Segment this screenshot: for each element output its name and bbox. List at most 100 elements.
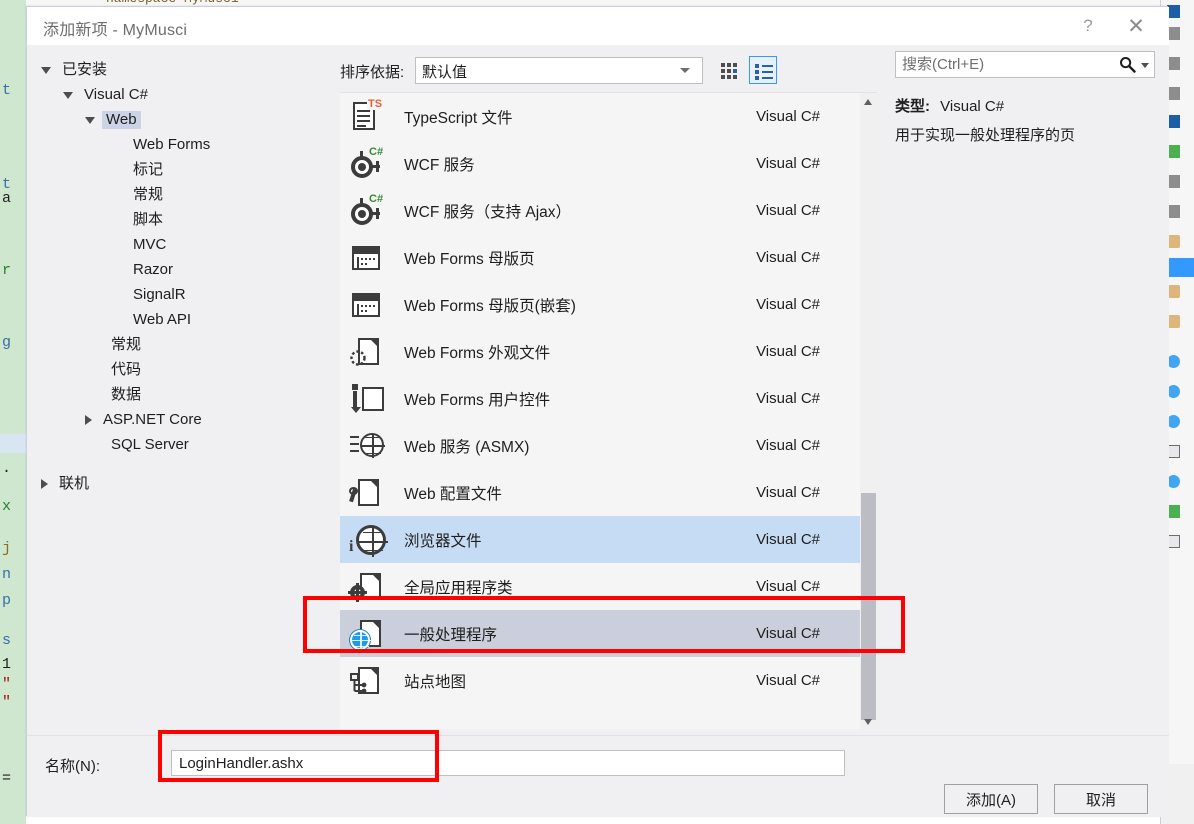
expander-collapse-icon[interactable]: [85, 117, 95, 124]
template-list-item[interactable]: 一般处理程序 Visual C#: [340, 610, 877, 657]
tree-node-label: 脚本: [133, 210, 164, 228]
template-item-name: 全局应用程序类: [404, 579, 513, 597]
template-list-item[interactable]: C# WCF 服务 Visual C#: [340, 140, 877, 187]
list-view-button[interactable]: [749, 56, 777, 84]
tree-node-asp-net-core[interactable]: ASP.NET Core: [27, 407, 315, 432]
search-input[interactable]: [896, 52, 1121, 77]
template-item-language: Visual C#: [756, 202, 820, 219]
tree-node-label: Razor: [133, 260, 174, 278]
tree-node-web-api[interactable]: Web API: [27, 307, 315, 332]
dialog-body: 已安装 Visual C# Web Web Forms 标记 常规 脚本 MVC Razor Si…: [27, 45, 1169, 735]
template-list-item[interactable]: Web Forms 用户控件 Visual C#: [340, 375, 877, 422]
name-input[interactable]: [171, 750, 845, 776]
tree-node-signalr[interactable]: SignalR: [27, 282, 315, 307]
template-info-pane: 类型: Visual C# 用于实现一般处理程序的页: [877, 45, 1169, 735]
template-list-item[interactable]: Web 配置文件 Visual C#: [340, 469, 877, 516]
template-list-item[interactable]: Web Forms 母版页(嵌套) Visual C#: [340, 281, 877, 328]
web-forms-skin-file-icon: [349, 335, 387, 369]
tree-node-[interactable]: 数据: [27, 382, 315, 407]
wcf-service-icon: C#: [349, 146, 387, 181]
expander-collapse-icon[interactable]: [41, 67, 51, 74]
background-editor-left-strip: t t a r g . x j n p s 1 " " =: [0, 0, 26, 824]
tree-node-[interactable]: 已安装: [27, 57, 315, 82]
web-config-file-icon: [349, 476, 387, 510]
close-button[interactable]: ✕: [1119, 13, 1153, 39]
template-item-language: Visual C#: [756, 296, 820, 313]
template-list-item[interactable]: 全局应用程序类 Visual C#: [340, 563, 877, 610]
template-list-item[interactable]: Web Forms 外观文件 Visual C#: [340, 328, 877, 375]
background-glyph: .: [2, 460, 12, 477]
template-list-item[interactable]: Web 服务 (ASMX) Visual C#: [340, 422, 877, 469]
tree-node-web-forms[interactable]: Web Forms: [27, 132, 315, 157]
sort-toolbar: 排序依据: 默认值: [315, 51, 877, 89]
template-item-name: Web 配置文件: [404, 485, 502, 503]
scroll-down-button[interactable]: [860, 713, 877, 729]
background-glyph: =: [2, 770, 12, 787]
expander-expand-icon[interactable]: [85, 414, 92, 425]
background-glyph: x: [2, 498, 12, 515]
template-item-language: Visual C#: [756, 578, 820, 595]
tree-node-[interactable]: 常规: [27, 182, 315, 207]
expander-collapse-icon[interactable]: [63, 92, 73, 99]
template-list-item[interactable]: C# WCF 服务（支持 Ajax） Visual C#: [340, 187, 877, 234]
dialog-title-bar: 添加新项 - MyMusci ? ✕: [27, 7, 1169, 45]
cancel-button[interactable]: 取消: [1054, 784, 1148, 814]
background-glyph: ": [2, 676, 12, 693]
background-glyph: t: [2, 82, 12, 99]
tree-node-label: SQL Server: [111, 435, 189, 453]
template-item-language: Visual C#: [756, 437, 820, 454]
template-list-scrollbar[interactable]: [860, 93, 877, 729]
dialog-footer: 名称(N): 添加(A) 取消: [27, 735, 1169, 817]
typescript-file-icon: TS: [349, 98, 387, 134]
search-box[interactable]: [895, 51, 1155, 78]
browser-file-icon: i: [349, 523, 388, 557]
background-glyph: g: [2, 334, 12, 351]
scrollbar-thumb[interactable]: [861, 493, 876, 720]
template-item-name: 站点地图: [404, 673, 467, 691]
tree-node-label: 数据: [111, 385, 142, 403]
tree-node-label: 标记: [133, 160, 164, 178]
tree-node-[interactable]: 标记: [27, 157, 315, 182]
search-icon[interactable]: [1119, 56, 1136, 73]
template-item-name: TypeScript 文件: [404, 109, 513, 127]
tree-node-[interactable]: 脚本: [27, 207, 315, 232]
tree-node-label: Web API: [133, 310, 192, 328]
grid-view-button[interactable]: [715, 56, 743, 84]
template-item-name: WCF 服务: [404, 156, 475, 174]
tree-node-razor[interactable]: Razor: [27, 257, 315, 282]
background-glyph: p: [2, 592, 12, 609]
template-list-item[interactable]: TS TypeScript 文件 Visual C#: [340, 93, 877, 140]
tree-node-[interactable]: 联机: [27, 471, 315, 496]
category-tree[interactable]: 已安装 Visual C# Web Web Forms 标记 常规 脚本 MVC Razor Si…: [27, 45, 315, 735]
tree-node-mvc[interactable]: MVC: [27, 232, 315, 257]
site-map-icon: [349, 664, 387, 698]
template-item-name: Web Forms 母版页(嵌套): [404, 297, 576, 315]
sort-by-dropdown[interactable]: 默认值: [415, 57, 703, 84]
help-button[interactable]: ?: [1073, 13, 1103, 39]
template-item-language: Visual C#: [756, 484, 820, 501]
template-list-item[interactable]: Web Forms 母版页 Visual C#: [340, 234, 877, 281]
tree-node-[interactable]: 代码: [27, 357, 315, 382]
global-application-class-icon: [348, 570, 387, 604]
tree-node-web[interactable]: Web: [27, 107, 315, 132]
expander-expand-icon[interactable]: [41, 478, 48, 489]
template-item-language: Visual C#: [756, 672, 820, 689]
template-item-language: Visual C#: [756, 343, 820, 360]
chevron-down-icon[interactable]: [1141, 63, 1149, 68]
template-item-language: Visual C#: [756, 249, 820, 266]
tree-node-label: 常规: [111, 335, 142, 353]
sort-by-value: 默认值: [422, 64, 468, 81]
add-button[interactable]: 添加(A): [944, 784, 1038, 814]
dialog-title: 添加新项 - MyMusci: [43, 22, 188, 39]
template-item-name: 浏览器文件: [404, 532, 482, 550]
tree-node-[interactable]: 常规: [27, 332, 315, 357]
tree-node-label: 代码: [111, 360, 142, 378]
template-list-item[interactable]: i 浏览器文件 Visual C#: [340, 516, 877, 563]
scroll-up-button[interactable]: [860, 93, 877, 110]
template-list[interactable]: TS TypeScript 文件 Visual C# C# WCF 服务 Visual …: [340, 92, 877, 729]
template-list-item[interactable]: 站点地图 Visual C#: [340, 657, 877, 704]
template-item-name: Web 服务 (ASMX): [404, 438, 530, 456]
template-type-label: 类型:: [895, 98, 930, 115]
tree-node-sql-server[interactable]: SQL Server: [27, 432, 315, 457]
tree-node-visual-c[interactable]: Visual C#: [27, 82, 315, 107]
